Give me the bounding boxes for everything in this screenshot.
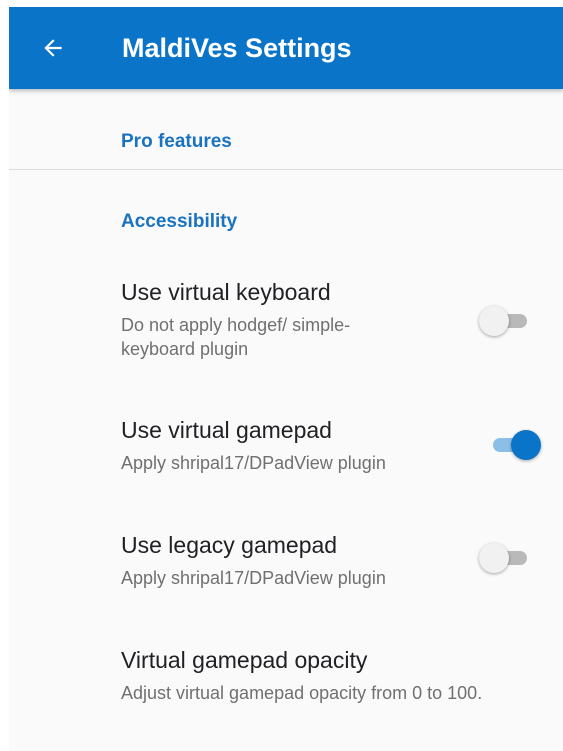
- legacy-gamepad-switch[interactable]: [479, 542, 543, 574]
- pref-summary: Apply shripal17/DPadView plugin: [121, 568, 386, 588]
- pref-title: Use legacy gamepad: [121, 532, 338, 558]
- switch-thumb: [511, 430, 541, 460]
- switch-thumb: [479, 543, 509, 573]
- settings-screen: MaldiVes Settings Pro features Accessibi…: [9, 7, 563, 751]
- virtual-gamepad-switch[interactable]: [479, 429, 543, 461]
- pref-title: Use virtual gamepad: [121, 417, 332, 443]
- pref-use-legacy-gamepad[interactable]: Use legacy gamepad Apply shripal17/DPadV…: [9, 522, 563, 602]
- pref-use-virtual-gamepad[interactable]: Use virtual gamepad Apply shripal17/DPad…: [9, 407, 563, 487]
- pref-summary: Do not apply hodgef/ simple-keyboard plu…: [121, 315, 351, 359]
- arrow-back-icon: [44, 39, 62, 57]
- pref-use-virtual-keyboard[interactable]: Use virtual keyboard Do not apply hodgef…: [9, 269, 563, 373]
- back-button[interactable]: [29, 24, 77, 72]
- pref-summary: Adjust virtual gamepad opacity from 0 to…: [121, 683, 483, 703]
- category-accessibility: Accessibility: [121, 211, 238, 232]
- virtual-keyboard-switch[interactable]: [479, 305, 543, 337]
- pref-title: Virtual gamepad opacity: [121, 647, 368, 673]
- pref-summary: Apply shripal17/DPadView plugin: [121, 453, 386, 473]
- category-pro-features[interactable]: Pro features: [121, 131, 232, 153]
- pref-virtual-gamepad-opacity[interactable]: Virtual gamepad opacity Adjust virtual g…: [9, 637, 563, 747]
- pref-title: Use virtual keyboard: [121, 279, 331, 305]
- divider: [9, 169, 563, 170]
- page-title: MaldiVes Settings: [122, 33, 352, 63]
- switch-thumb: [479, 306, 509, 336]
- app-bar: MaldiVes Settings: [9, 7, 563, 89]
